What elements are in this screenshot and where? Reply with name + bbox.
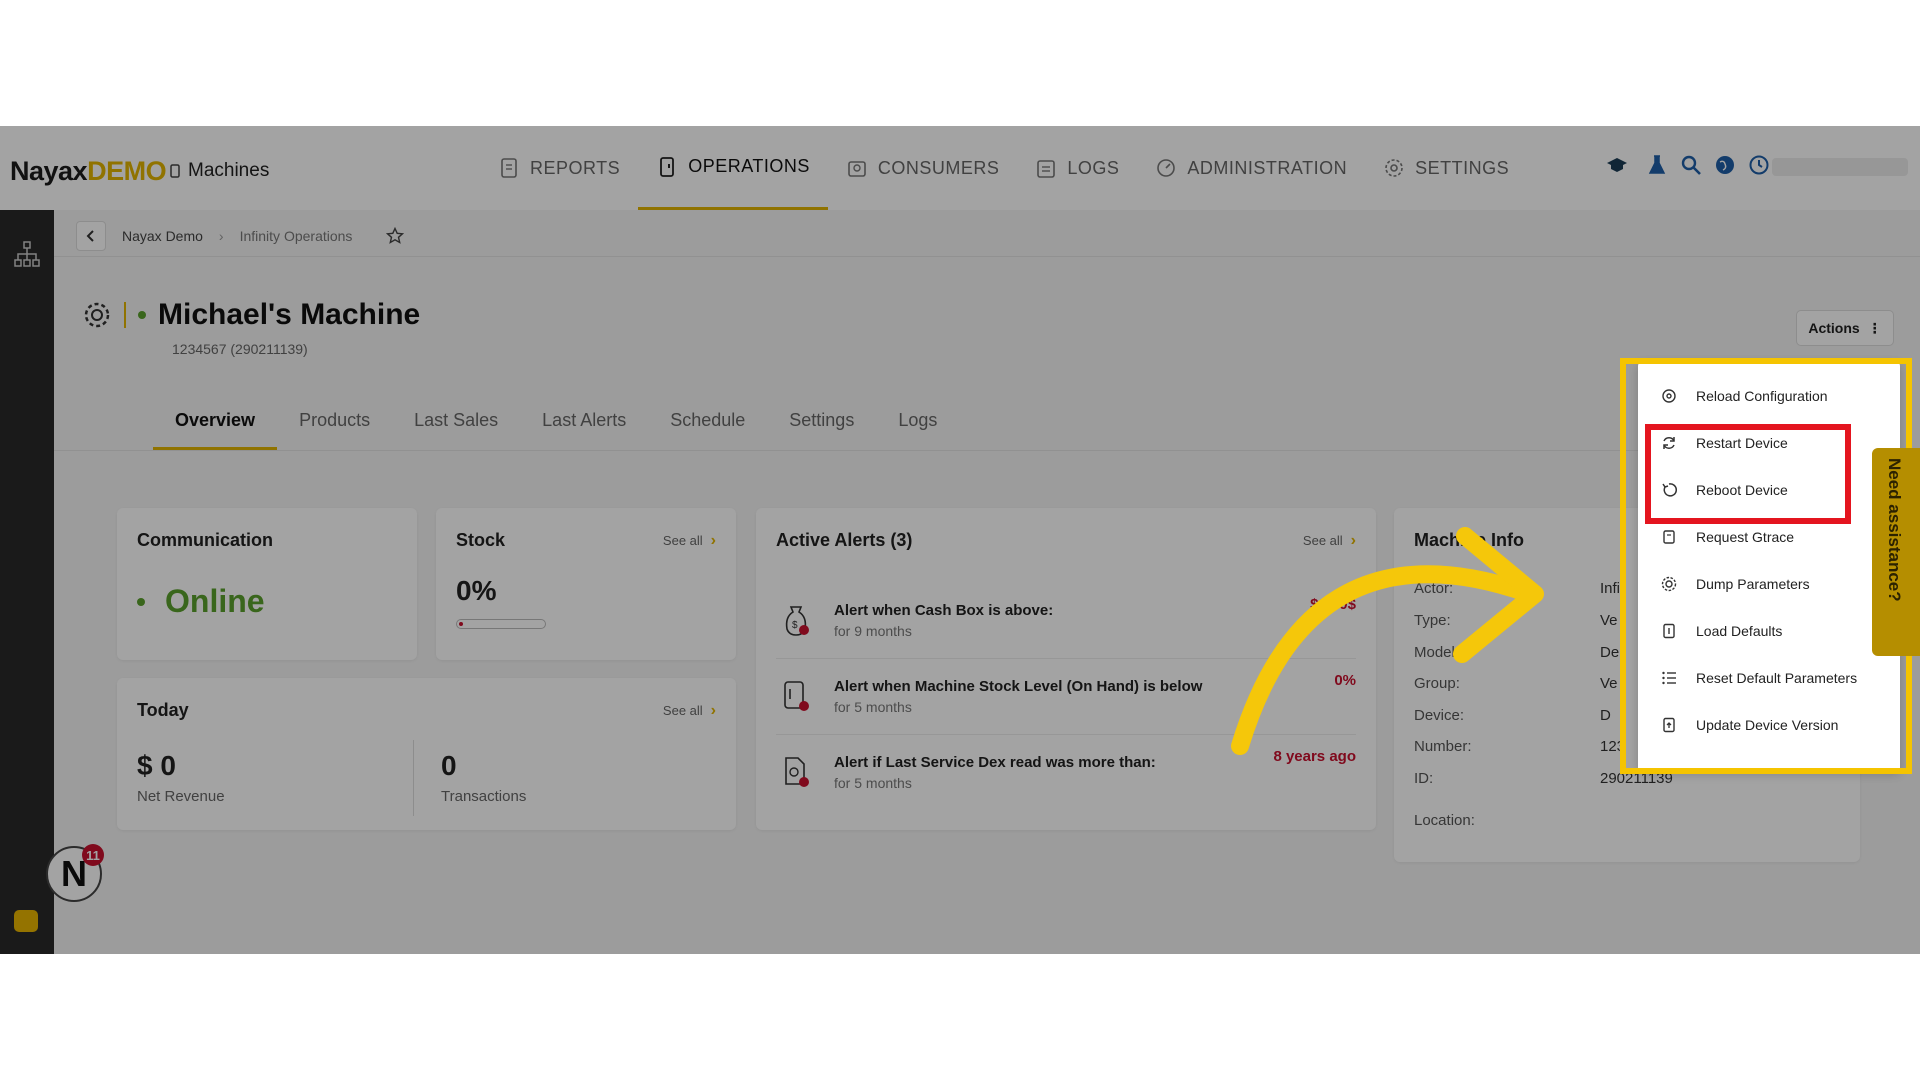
need-assistance-tab[interactable]: Need assistance?: [1872, 448, 1920, 656]
pointer-arrow-icon: [1231, 527, 1544, 755]
highlight-box-red: [1645, 424, 1851, 524]
app-frame: NayaxDEMO Machines REPORTS OPERATIONS CO…: [0, 126, 1920, 954]
highlight-box-yellow: [1620, 358, 1912, 774]
